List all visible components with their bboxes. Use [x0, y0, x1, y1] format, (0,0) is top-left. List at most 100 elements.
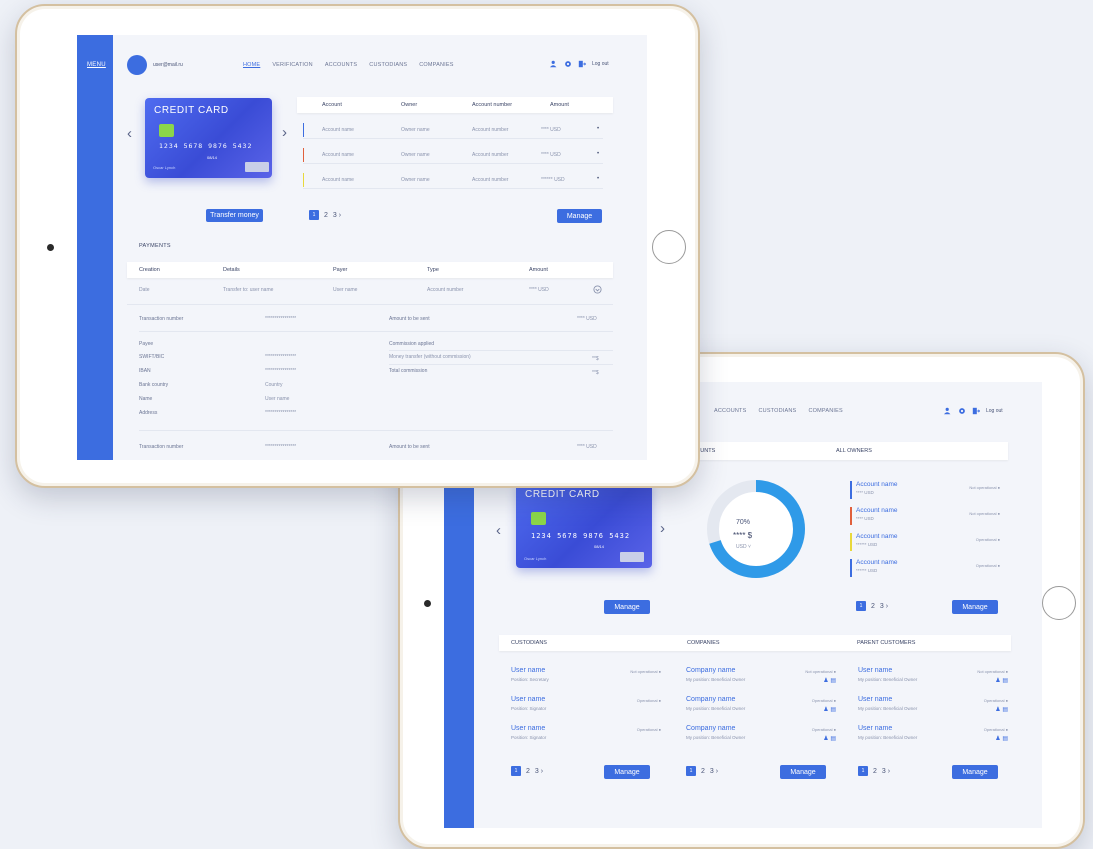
nav-accounts[interactable]: ACCOUNTS [714, 408, 746, 414]
parents-item[interactable]: User name My position: Beneficial Owner … [858, 667, 1008, 691]
custodians-item-name: User name [511, 667, 546, 674]
owner-item[interactable]: Account name **** USD Not operational ● [850, 480, 1000, 500]
page-more[interactable]: 3 › [333, 212, 341, 219]
gear-icon[interactable] [958, 407, 966, 415]
logout-link[interactable]: Log out [592, 61, 609, 67]
page-more[interactable]: 3 › [535, 768, 543, 775]
page-next[interactable]: 2 [324, 212, 328, 219]
page-next[interactable]: 2 [873, 768, 877, 775]
manage-custodians-button[interactable]: Manage [604, 765, 650, 779]
user-card-icons[interactable]: ♟ ▤ [995, 735, 1008, 742]
user-card-icons[interactable]: ♟ ▤ [823, 706, 836, 713]
account-row[interactable]: Account name Owner name Account number *… [303, 121, 603, 139]
nav-custodians[interactable]: CUSTODIANS [758, 408, 796, 414]
page-current[interactable]: 1 [856, 601, 866, 611]
page-next[interactable]: 2 [871, 603, 875, 610]
users-icon[interactable] [550, 60, 558, 68]
prev-card-chevron[interactable]: ‹ [127, 125, 132, 142]
nav-companies[interactable]: COMPANIES [419, 62, 453, 68]
transaction-value: **************** [265, 316, 297, 322]
owner-amount: ****** USD [856, 542, 878, 547]
expand-icon[interactable] [593, 285, 602, 294]
logout-icon[interactable] [972, 407, 980, 415]
sidebar: MENU [77, 35, 113, 460]
manage-companies-button[interactable]: Manage [780, 765, 826, 779]
parents-item-status: Operational ● [983, 698, 1008, 703]
nav-custodians[interactable]: CUSTODIANS [369, 62, 407, 68]
page-current[interactable]: 1 [511, 766, 521, 776]
companies-item[interactable]: Company name My position: Beneficial Own… [686, 667, 836, 691]
owner-amount: **** USD [856, 490, 874, 495]
page-next[interactable]: 2 [701, 768, 705, 775]
owner-item[interactable]: Account name ****** USD Operational ● [850, 532, 1000, 552]
page-more[interactable]: 3 › [710, 768, 718, 775]
parents-item-position: My position: Beneficial Owner [858, 677, 918, 682]
logout-link[interactable]: Log out [986, 408, 1003, 414]
owner-account-name: Account name [856, 507, 898, 514]
custodians-item-status: Operational ● [636, 698, 661, 703]
page-next[interactable]: 2 [526, 768, 530, 775]
payment-row[interactable]: Date Transfer to: user name User name Ac… [127, 285, 613, 299]
page-more[interactable]: 3 › [880, 603, 888, 610]
home-button[interactable] [652, 230, 686, 264]
credit-card[interactable]: CREDIT CARD 1234 5678 9876 5432 08/14 Os… [145, 98, 272, 178]
companies-item[interactable]: Company name My position: Beneficial Own… [686, 696, 836, 720]
next-card-chevron[interactable]: › [282, 124, 287, 141]
manage-button[interactable]: Manage [557, 209, 602, 223]
owner-item[interactable]: Account name **** USD Not operational ● [850, 506, 1000, 526]
manage-accounts-button[interactable]: Manage [604, 600, 650, 614]
account-number: Account number [472, 127, 509, 133]
next-card-chevron[interactable]: › [660, 520, 665, 537]
users-icon[interactable] [944, 407, 952, 415]
transfer-money-button[interactable]: Transfer money [206, 209, 263, 222]
row-menu-icon[interactable]: • [597, 151, 599, 157]
user-card-icons[interactable]: ♟ ▤ [823, 735, 836, 742]
owner-status: Not operational ● [969, 485, 1000, 490]
row-menu-icon[interactable]: • [597, 176, 599, 182]
parents-item[interactable]: User name My position: Beneficial Owner … [858, 696, 1008, 720]
user-card-icons[interactable]: ♟ ▤ [995, 677, 1008, 684]
prev-card-chevron[interactable]: ‹ [496, 522, 501, 539]
owner-item[interactable]: Account name ****** USD Operational ● [850, 558, 1000, 578]
col-details: Details [223, 267, 240, 273]
logout-icon[interactable] [578, 60, 586, 68]
account-row[interactable]: Account name Owner name Account number *… [303, 171, 603, 189]
money-transfer-value: **$ [592, 356, 599, 362]
credit-card[interactable]: CREDIT CARD 1234 5678 9876 5432 08/14 Os… [516, 482, 652, 568]
money-transfer-label: Money transfer (without commission) [389, 354, 471, 360]
amount-sent-value: **** USD [577, 316, 597, 322]
nav-verification[interactable]: VERIFICATION [272, 62, 313, 68]
page-current[interactable]: 1 [686, 766, 696, 776]
account-amount: ****** USD [541, 177, 565, 183]
avatar[interactable] [127, 55, 147, 75]
custodians-item[interactable]: User name Position: Signator Operational… [511, 725, 661, 749]
nav-accounts[interactable]: ACCOUNTS [325, 62, 357, 68]
parents-item-status: Operational ● [983, 727, 1008, 732]
gear-icon[interactable] [564, 60, 572, 68]
home-button[interactable] [1042, 586, 1076, 620]
page-current[interactable]: 1 [858, 766, 868, 776]
custodians-item-name: User name [511, 725, 546, 732]
user-card-icons[interactable]: ♟ ▤ [995, 706, 1008, 713]
custodians-item[interactable]: User name Position: Secretary Not operat… [511, 667, 661, 691]
manage-owners-button[interactable]: Manage [952, 600, 998, 614]
companies-item-name: Company name [686, 696, 736, 703]
parents-item[interactable]: User name My position: Beneficial Owner … [858, 725, 1008, 749]
menu-button[interactable]: MENU [87, 62, 106, 68]
currency-select[interactable]: USD ˅ [736, 544, 751, 550]
companies-item[interactable]: Company name My position: Beneficial Own… [686, 725, 836, 749]
nav-home[interactable]: HOME [243, 62, 260, 68]
card-number: 1234 5678 9876 5432 [531, 532, 631, 540]
nav-companies[interactable]: COMPANIES [808, 408, 842, 414]
user-card-icons[interactable]: ♟ ▤ [823, 677, 836, 684]
account-row[interactable]: Account name Owner name Account number *… [303, 146, 603, 164]
divider [139, 331, 613, 332]
manage-parents-button[interactable]: Manage [952, 765, 998, 779]
custodians-title: CUSTODIANS [511, 640, 547, 646]
page-current[interactable]: 1 [309, 210, 319, 220]
row-menu-icon[interactable]: • [597, 126, 599, 132]
col-owner: Owner [401, 102, 418, 108]
custodians-item[interactable]: User name Position: Signator Operational… [511, 696, 661, 720]
payment-details: Transfer to: user name [223, 287, 274, 293]
page-more[interactable]: 3 › [882, 768, 890, 775]
